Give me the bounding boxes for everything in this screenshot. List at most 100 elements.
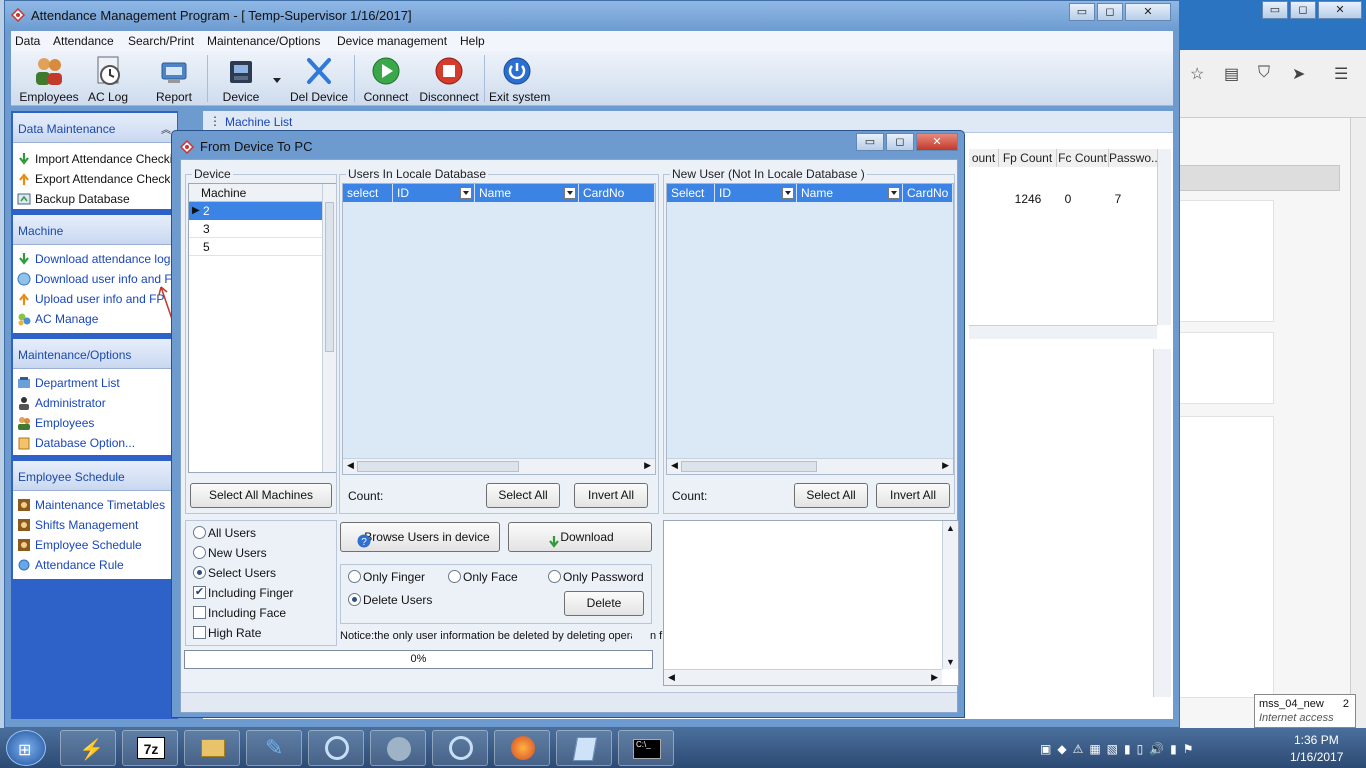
log-output-box[interactable]: ▲ ▼ ◀ ▶ [663,520,959,686]
download-button[interactable]: Download [508,522,652,552]
checkbox-high-rate[interactable] [193,626,206,639]
taskbar-app-6[interactable] [370,730,426,766]
dropdown-arrow-icon[interactable] [564,187,576,199]
dialog-maximize-button[interactable]: ◻ [886,133,914,151]
locale-invert-all-button[interactable]: Invert All [574,483,648,508]
minimize-button[interactable]: ▭ [1069,3,1095,21]
locale-select-all-button[interactable]: Select All [486,483,560,508]
taskbar-app-7[interactable] [432,730,488,766]
section-header[interactable]: Maintenance/Options [13,339,177,369]
taskbar-firefox[interactable] [494,730,550,766]
col-select[interactable]: select [343,184,393,202]
nav-maintenance-timetables[interactable]: Maintenance Timetables [13,495,177,515]
radio-only-password[interactable] [548,570,561,583]
menu-search-print[interactable]: Search/Print [128,34,194,48]
radio-only-finger[interactable] [348,570,361,583]
toolbar-report-button[interactable]: Report [147,55,201,104]
menu-device-management[interactable]: Device management [337,34,447,48]
new-user-invert-all-button[interactable]: Invert All [876,483,950,508]
bookmark-star-icon[interactable]: ☆ [1190,64,1204,84]
taskbar-app-5[interactable] [308,730,364,766]
firefox-close-button[interactable]: ✕ [1318,1,1362,19]
machine-row[interactable]: 5 [189,238,322,256]
send-tab-icon[interactable]: ➤ [1292,64,1305,84]
taskbar-app-1[interactable]: ⚡ [60,730,116,766]
radio-delete-users[interactable] [348,593,361,606]
dropdown-arrow-icon[interactable] [782,187,794,199]
grid-header-fc-count[interactable]: Fc Count [1057,149,1109,167]
machine-row[interactable]: 2 [189,202,322,220]
nav-database-option[interactable]: Database Option... [13,433,177,453]
dialog-close-button[interactable]: ✕ [916,133,958,151]
toolbar-ac-log-button[interactable]: AC Log [83,55,133,104]
lower-pane-scrollbar[interactable] [1153,349,1171,697]
dropdown-arrow-icon[interactable] [460,187,472,199]
grid-header-fp-count[interactable]: Fp Count [999,149,1057,167]
nav-ac-manage[interactable]: AC Manage [13,309,177,329]
section-header[interactable]: Machine [13,215,177,245]
select-all-machines-button[interactable]: Select All Machines [190,483,332,508]
checkbox-including-finger[interactable]: ✔ [193,586,206,599]
collapse-chevron-icon[interactable]: ︽ [161,121,171,136]
section-header[interactable]: Data Maintenance ︽ [13,113,177,143]
col-name[interactable]: Name [797,184,903,202]
col-id[interactable]: ID [715,184,797,202]
nav-employee-schedule[interactable]: Employee Schedule [13,535,177,555]
radio-new-users[interactable] [193,546,206,559]
nav-employees[interactable]: Employees [13,413,177,433]
tab-machine-list[interactable]: Machine List [225,115,292,129]
taskbar-7zip[interactable]: 7z [122,730,178,766]
nav-download-user-info[interactable]: Download user info and Fp [13,269,177,289]
radio-only-face[interactable] [448,570,461,583]
col-select[interactable]: Select [667,184,715,202]
toolbar-del-device-button[interactable]: Del Device [289,55,349,104]
firefox-minimize-button[interactable]: ▭ [1262,1,1288,19]
log-vertical-scrollbar[interactable]: ▲ ▼ [942,521,958,669]
nav-shifts-management[interactable]: Shifts Management [13,515,177,535]
nav-attendance-rule[interactable]: Attendance Rule [13,555,177,575]
nav-import-attendance[interactable]: Import Attendance Checking [13,149,177,169]
toolbar-disconnect-button[interactable]: Disconnect [417,55,481,104]
toolbar-connect-button[interactable]: Connect [361,55,411,104]
nav-backup-database[interactable]: Backup Database [13,189,177,209]
new-user-horizontal-scrollbar[interactable]: ◀ ▶ [667,458,953,474]
toolbar-employees-button[interactable]: Employees [19,55,79,104]
close-button[interactable]: ✕ [1125,3,1171,21]
radio-all-users[interactable] [193,526,206,539]
new-user-select-all-button[interactable]: Select All [794,483,868,508]
grid-header-password[interactable]: Passwo... [1109,149,1161,167]
col-id[interactable]: ID [393,184,475,202]
clock-time[interactable]: 1:36 PM [1294,733,1339,747]
delete-button[interactable]: Delete [564,591,644,616]
col-name[interactable]: Name [475,184,579,202]
clock-date[interactable]: 1/16/2017 [1290,750,1343,764]
browse-users-button[interactable]: ? Browse Users in device [340,522,500,552]
nav-download-attendance-logs[interactable]: Download attendance logs [13,249,177,269]
maximize-button[interactable]: ◻ [1097,3,1123,21]
grid-header-user-count[interactable]: ount [969,149,999,167]
start-button[interactable]: ⊞ [6,730,46,766]
taskbar-explorer[interactable] [184,730,240,766]
tray-icons[interactable]: ▣◆⚠▦▧▮▯🔊▮⚑ [1040,742,1200,756]
toolbar-exit-button[interactable]: Exit system [489,55,550,104]
machine-list-scrollbar[interactable] [322,184,336,472]
dialog-minimize-button[interactable]: ▭ [856,133,884,151]
radio-select-users[interactable] [193,566,206,579]
menu-data[interactable]: Data [15,34,40,48]
machine-row[interactable]: 3 [189,220,322,238]
dropdown-arrow-icon[interactable] [888,187,900,199]
checkbox-including-face[interactable] [193,606,206,619]
col-cardno[interactable]: CardNo [903,184,953,202]
col-cardno[interactable]: CardNo [579,184,655,202]
nav-export-attendance[interactable]: Export Attendance Checking [13,169,177,189]
taskbar-app-4[interactable]: ✎ [246,730,302,766]
grid-horizontal-scrollbar[interactable] [969,325,1157,339]
taskbar-cmd[interactable]: C:\_ [618,730,674,766]
firefox-scrollbar[interactable] [1350,118,1366,728]
device-dropdown-arrow-icon[interactable] [273,73,281,83]
nav-upload-user-info[interactable]: Upload user info and FP [13,289,177,309]
log-horizontal-scrollbar[interactable]: ◀ ▶ [664,669,942,685]
nav-department-list[interactable]: Department List [13,373,177,393]
grid-vertical-scrollbar[interactable] [1157,149,1171,325]
nav-administrator[interactable]: Administrator [13,393,177,413]
